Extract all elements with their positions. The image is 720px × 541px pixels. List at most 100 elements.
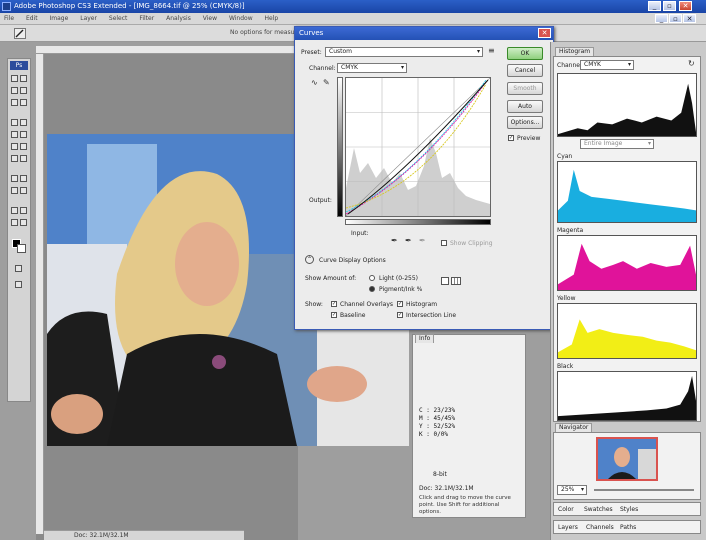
tab-paths[interactable]: Paths	[620, 524, 636, 531]
healing-brush-tool-icon[interactable]	[11, 119, 18, 126]
doc-close-button[interactable]: ✕	[683, 14, 696, 23]
tab-swatches[interactable]: Swatches	[584, 506, 613, 513]
intersection-line-checkbox[interactable]: ✓	[397, 312, 403, 318]
baseline-checkbox[interactable]: ✓	[331, 312, 337, 318]
info-tab[interactable]: Info	[415, 334, 435, 343]
baseline-label: Baseline	[340, 312, 366, 319]
preset-options-icon[interactable]: ≡	[488, 47, 495, 55]
hand-tool-icon[interactable]	[11, 219, 18, 226]
light-radio[interactable]	[369, 275, 375, 281]
detailed-grid-icon[interactable]	[451, 277, 461, 285]
pen-tool-icon[interactable]	[11, 175, 18, 182]
histogram-magenta	[557, 235, 697, 291]
background-color-swatch[interactable]	[17, 244, 26, 253]
menu-layer[interactable]: Layer	[80, 15, 97, 22]
quick-mask-icon[interactable]	[15, 265, 22, 272]
doc-restore-button[interactable]: ▫	[669, 14, 682, 23]
doc-minimize-button[interactable]: _	[655, 14, 668, 23]
info-row-y: Y : 52/52%	[419, 423, 456, 430]
ok-button[interactable]: OK	[507, 47, 543, 60]
pencil-draw-icon[interactable]: ✎	[323, 79, 330, 87]
history-brush-tool-icon[interactable]	[20, 131, 27, 138]
blur-tool-icon[interactable]	[11, 155, 18, 162]
cancel-button[interactable]: Cancel	[507, 64, 543, 77]
clone-stamp-tool-icon[interactable]	[11, 131, 18, 138]
display-options-label: Curve Display Options	[319, 257, 386, 264]
menu-view[interactable]: View	[203, 15, 217, 22]
cyan-label: Cyan	[557, 153, 573, 160]
simple-grid-icon[interactable]	[441, 277, 449, 285]
dodge-tool-icon[interactable]	[20, 155, 27, 162]
info-hint-text: Click and drag to move the curve point. …	[419, 495, 511, 515]
color-panel-group: Color Swatches Styles	[553, 502, 701, 516]
preview-checkbox[interactable]: ✓	[508, 135, 514, 141]
black-point-eyedropper-icon[interactable]: ✒	[391, 237, 398, 245]
crop-tool-icon[interactable]	[11, 99, 18, 106]
magic-wand-tool-icon[interactable]	[20, 87, 27, 94]
gray-point-eyedropper-icon[interactable]: ✒	[405, 237, 412, 245]
navigator-zoom-slider[interactable]	[594, 489, 694, 491]
eraser-tool-icon[interactable]	[11, 143, 18, 150]
gradient-tool-icon[interactable]	[20, 143, 27, 150]
white-point-eyedropper-icon[interactable]: ✒	[419, 237, 426, 245]
restore-button[interactable]: ▫	[663, 1, 676, 11]
menu-image[interactable]: Image	[50, 15, 69, 22]
histogram-tab[interactable]: Histogram	[555, 47, 595, 56]
smooth-button[interactable]: Smooth	[507, 82, 543, 95]
menu-window[interactable]: Window	[229, 15, 253, 22]
navigator-zoom-input[interactable]: 25%	[557, 485, 587, 495]
ruler-left	[36, 54, 44, 534]
auto-button[interactable]: Auto	[507, 100, 543, 113]
menu-file[interactable]: File	[4, 15, 14, 22]
navigator-thumbnail[interactable]	[596, 437, 658, 481]
info-cmyk-block: C : 23/23% M : 45/45% Y : 52/52% K : 0/0…	[419, 407, 455, 439]
channel-select[interactable]: CMYK	[337, 63, 407, 73]
navigator-tab[interactable]: Navigator	[555, 423, 593, 432]
screen-mode-icon[interactable]	[15, 281, 22, 288]
lasso-tool-icon[interactable]	[11, 87, 18, 94]
close-button[interactable]: ✕	[679, 1, 692, 11]
tab-color[interactable]: Color	[558, 506, 574, 513]
brush-tool-icon[interactable]	[20, 119, 27, 126]
type-tool-icon[interactable]	[20, 175, 27, 182]
menu-edit[interactable]: Edit	[26, 15, 38, 22]
zoom-tool-icon[interactable]	[20, 219, 27, 226]
menu-analysis[interactable]: Analysis	[166, 15, 191, 22]
options-button[interactable]: Options...	[507, 116, 543, 129]
menu-help[interactable]: Help	[265, 15, 279, 22]
histogram-panel: Histogram Channel: CMYK ↻ Entire Image C…	[553, 47, 701, 422]
curve-graph[interactable]	[345, 77, 491, 217]
histogram-source-value: Entire Image	[584, 140, 623, 147]
path-selection-tool-icon[interactable]	[11, 187, 18, 194]
eyedropper-tool-icon[interactable]	[14, 28, 26, 39]
histogram-checkbox[interactable]: ✓	[397, 301, 403, 307]
eyedropper-tool-icon[interactable]	[20, 207, 27, 214]
menu-select[interactable]: Select	[109, 15, 128, 22]
show-clipping-checkbox[interactable]	[441, 240, 447, 246]
input-gradient-bar	[345, 219, 491, 225]
notes-tool-icon[interactable]	[11, 207, 18, 214]
refresh-icon[interactable]: ↻	[688, 60, 695, 68]
preset-select[interactable]: Custom	[325, 47, 483, 57]
preview-label: Preview	[517, 135, 541, 142]
pigment-radio[interactable]	[369, 286, 375, 292]
histogram-source-select[interactable]: Entire Image	[580, 139, 654, 149]
curve-edit-icon[interactable]: ∿	[311, 79, 318, 87]
move-tool-icon[interactable]	[11, 75, 18, 82]
curves-close-button[interactable]: ✕	[538, 28, 551, 38]
menu-filter[interactable]: Filter	[139, 15, 154, 22]
toolbox: Ps	[7, 58, 31, 402]
histogram-channel-select[interactable]: CMYK	[580, 60, 634, 70]
slice-tool-icon[interactable]	[20, 99, 27, 106]
minimize-button[interactable]: _	[648, 1, 661, 11]
channel-label: Channel:	[309, 65, 336, 72]
tab-styles[interactable]: Styles	[620, 506, 638, 513]
tab-channels[interactable]: Channels	[586, 524, 614, 531]
display-options-toggle-icon[interactable]: ⌃	[305, 255, 314, 264]
marquee-tool-icon[interactable]	[20, 75, 27, 82]
histogram-label: Histogram	[406, 301, 438, 308]
tab-layers[interactable]: Layers	[558, 524, 578, 531]
channel-overlays-checkbox[interactable]: ✓	[331, 301, 337, 307]
magenta-label: Magenta	[557, 227, 584, 234]
shape-tool-icon[interactable]	[20, 187, 27, 194]
